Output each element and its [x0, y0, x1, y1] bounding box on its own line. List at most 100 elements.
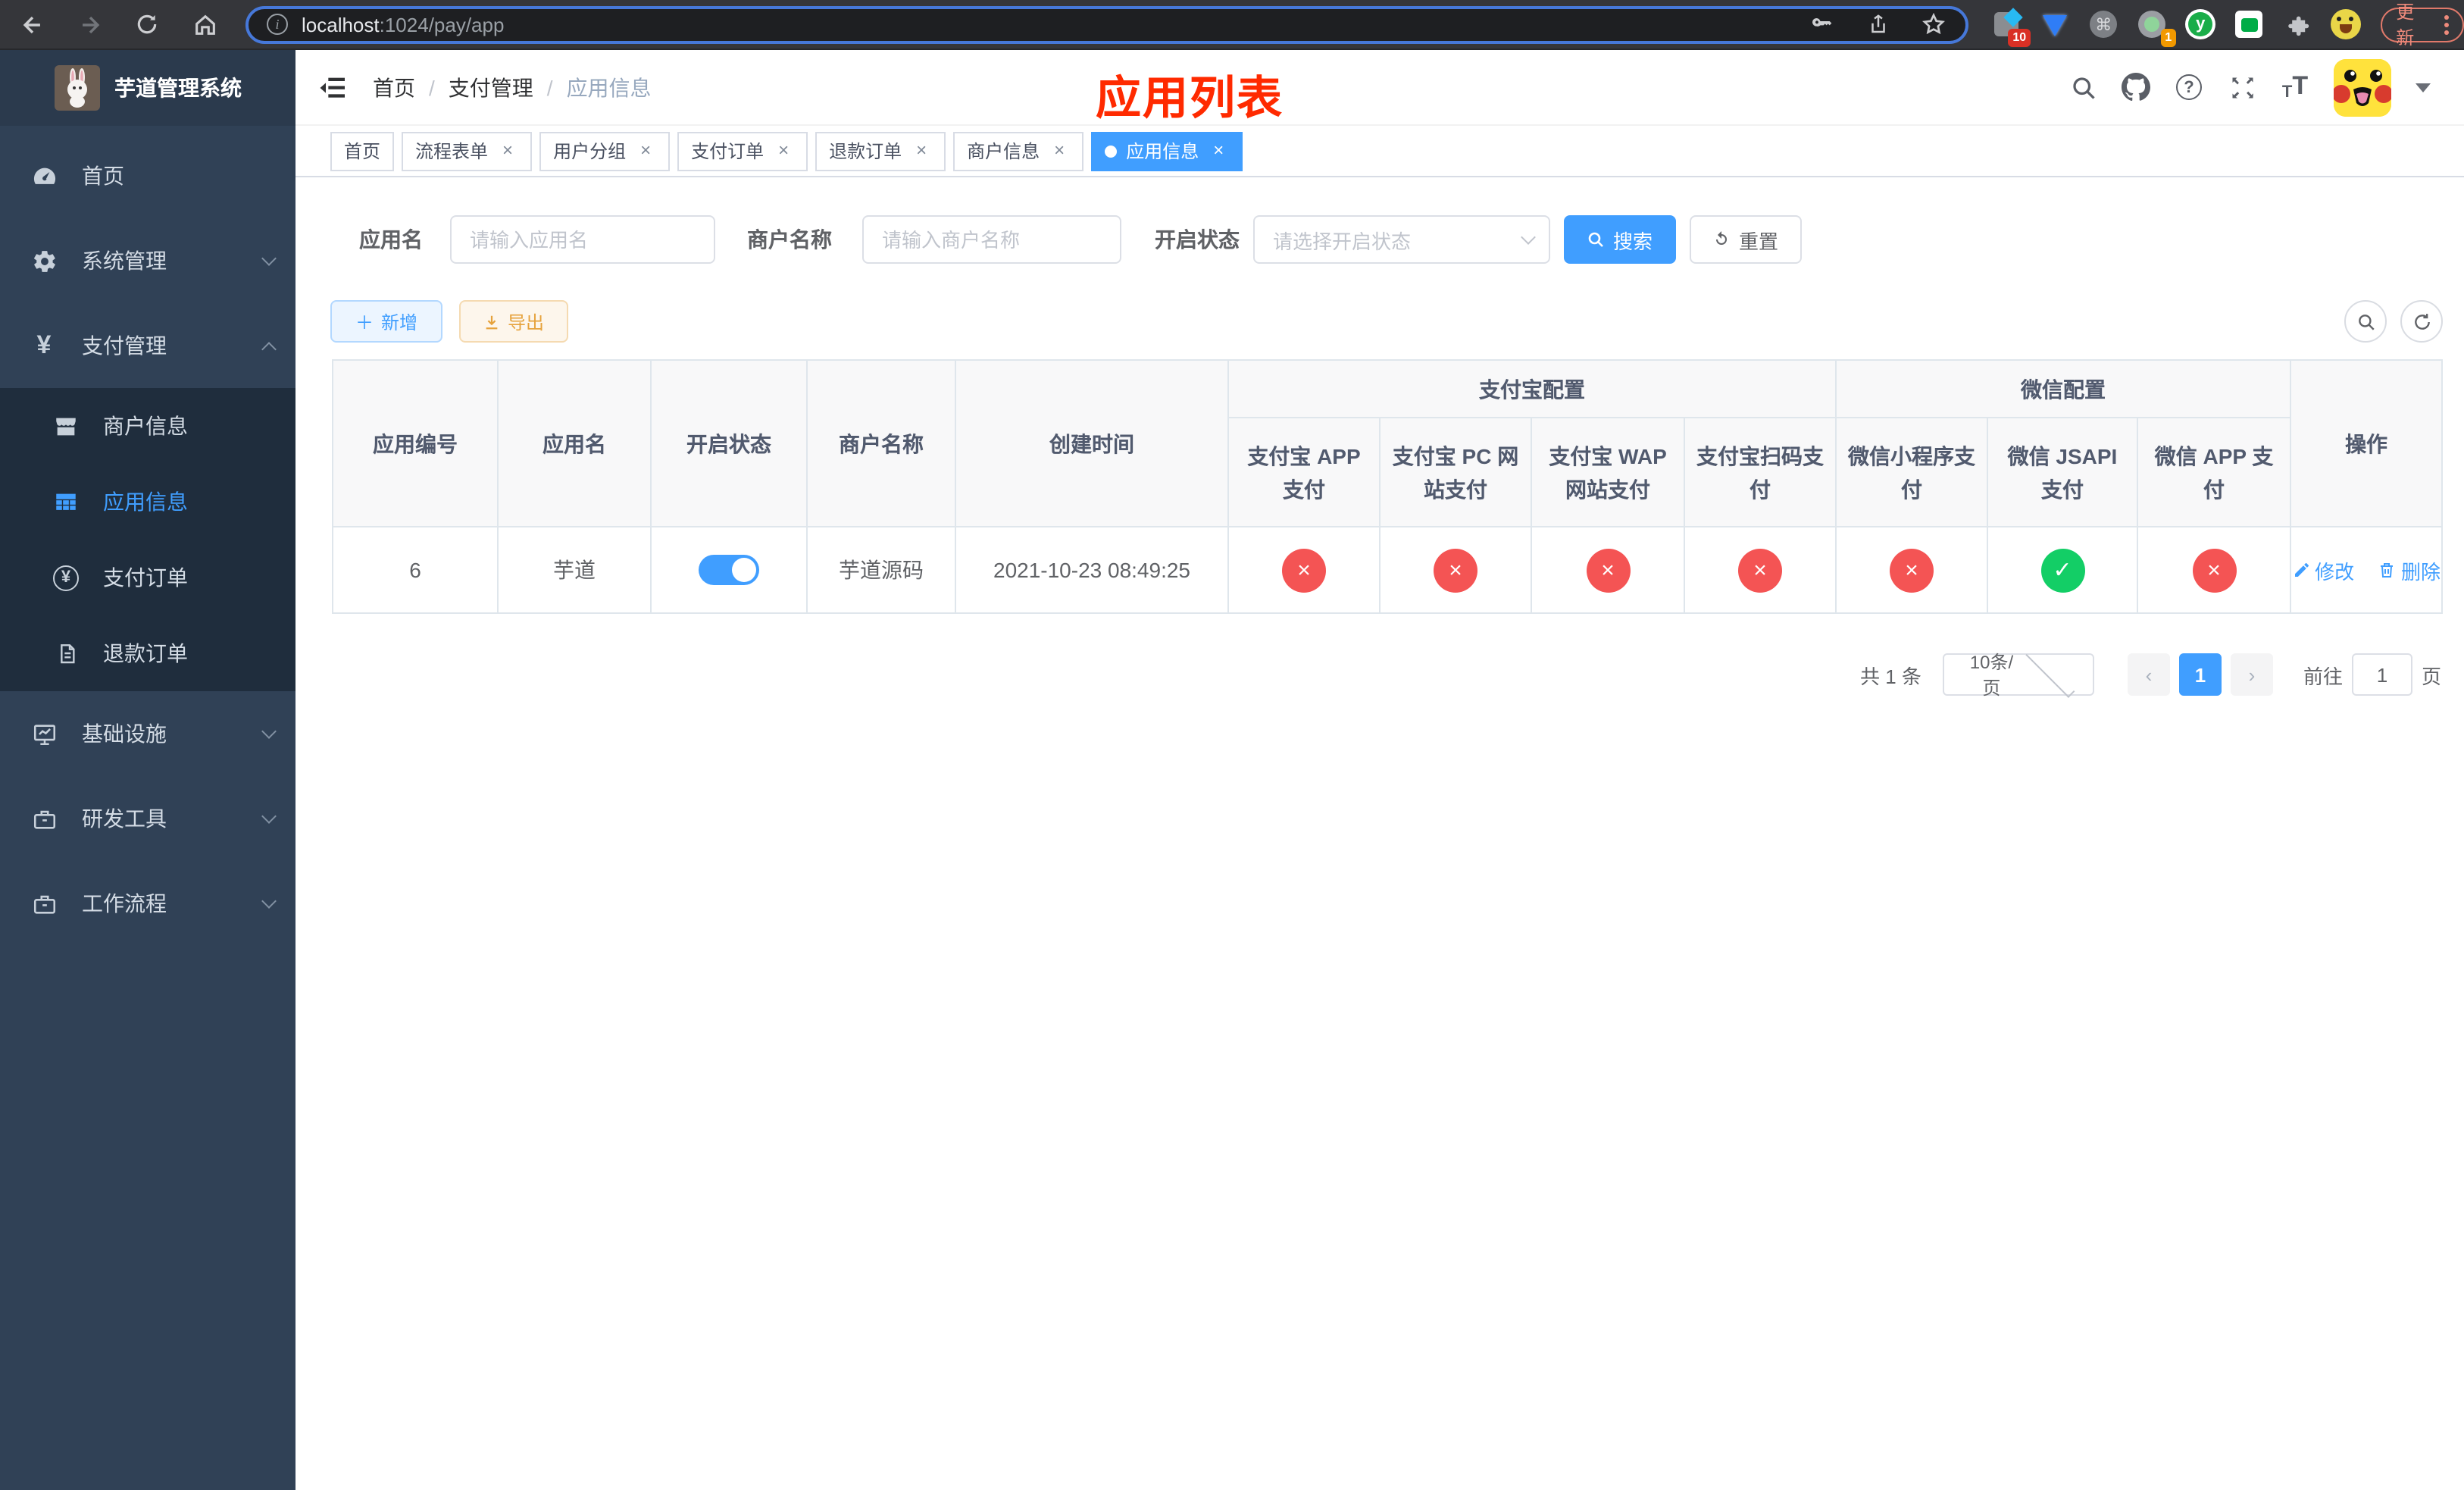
merchant-name-input[interactable]	[862, 215, 1121, 264]
sidebar-item-merchant-info[interactable]: 商户信息	[0, 388, 295, 464]
wx-mini-status-icon: ×	[1890, 548, 1934, 592]
user-avatar[interactable]	[2334, 58, 2391, 116]
browser-home-icon[interactable]	[191, 11, 218, 38]
total-count: 共 1 条	[1860, 665, 1921, 687]
font-size-icon[interactable]: TT	[2281, 71, 2309, 102]
extension-command-icon[interactable]: ⌘	[2087, 8, 2120, 41]
extension-meet-icon[interactable]: 1	[2135, 8, 2177, 47]
table-row: 6 芋道 芋道源码 2021-10-23 08:49:25 × × × × × …	[332, 526, 2444, 614]
search-button[interactable]: 搜索	[1564, 215, 1676, 264]
tag-process-form[interactable]: 流程表单 ×	[402, 131, 533, 171]
chevron-down-icon	[1521, 230, 1536, 245]
sidebar-item-system[interactable]: 系统管理	[0, 218, 295, 303]
sidebar-item-dev-tools[interactable]: 研发工具	[0, 776, 295, 861]
add-button[interactable]: ＋新增	[330, 300, 442, 343]
close-icon[interactable]: ×	[1208, 139, 1229, 161]
prev-page-button[interactable]: ‹	[2127, 653, 2170, 696]
sidebar: 芋道管理系统 首页 系统管理 ¥ 支付管理 商户信息 应用信息 ¥ 支付订单 退…	[0, 50, 295, 1490]
toggle-search-button[interactable]	[2344, 300, 2387, 343]
hamburger-icon[interactable]	[318, 72, 349, 102]
reset-button[interactable]: 重置	[1690, 215, 1802, 264]
cell-create-time: 2021-10-23 08:49:25	[955, 526, 1229, 614]
goto-page-input[interactable]	[2351, 653, 2412, 696]
address-bar[interactable]: i localhost:1024/pay/app	[245, 5, 1969, 43]
col-alipay-app: 支付宝 APP 支付	[1227, 417, 1381, 527]
trash-icon	[2381, 563, 2394, 578]
tag-merchant-info[interactable]: 商户信息 ×	[953, 131, 1084, 171]
chrome-menu-icon[interactable]	[2444, 14, 2449, 34]
close-icon[interactable]: ×	[911, 139, 932, 161]
breadcrumb-payment[interactable]: 支付管理	[449, 72, 533, 102]
browser-forward-icon[interactable]	[76, 11, 103, 38]
extension-y-icon[interactable]: y	[2184, 8, 2217, 41]
screen: i localhost:1024/pay/app 10 ⌘ 1 y 更新 芋道管…	[0, 0, 2464, 1490]
col-app-id: 应用编号	[332, 359, 499, 527]
tag-pay-order[interactable]: 支付订单 ×	[677, 131, 808, 171]
open-status-toggle[interactable]	[699, 555, 759, 585]
fullscreen-icon[interactable]	[2228, 73, 2256, 102]
chrome-update-button[interactable]: 更新	[2381, 2, 2464, 49]
next-page-button[interactable]: ›	[2230, 653, 2273, 696]
bookmark-star-icon[interactable]	[1920, 11, 1947, 38]
edit-link[interactable]: 修改	[2292, 556, 2354, 584]
tag-user-group[interactable]: 用户分组 ×	[539, 131, 671, 171]
sidebar-item-app-info[interactable]: 应用信息	[0, 464, 295, 540]
close-icon[interactable]: ×	[635, 139, 656, 161]
extension-pinned-icon[interactable]: 10	[1990, 8, 2031, 47]
help-icon[interactable]: ?	[2175, 73, 2203, 102]
tag-app-info[interactable]: 应用信息 ×	[1091, 131, 1243, 171]
extension-gem-icon[interactable]	[2038, 8, 2072, 41]
close-icon[interactable]: ×	[773, 139, 794, 161]
app-name-input[interactable]	[450, 215, 715, 264]
sidebar-item-payment[interactable]: ¥ 支付管理	[0, 303, 295, 388]
cell-merchant-name: 芋道源码	[806, 526, 956, 614]
chevron-up-icon	[261, 341, 277, 356]
sidebar-item-pay-order[interactable]: ¥ 支付订单	[0, 540, 295, 615]
col-wx-jsapi: 微信 JSAPI 支付	[1987, 417, 2138, 527]
alipay-wap-status-icon: ×	[1586, 548, 1630, 592]
page-size-select[interactable]: 10条/页	[1942, 648, 2094, 699]
app-table: 应用编号 应用名 开启状态 商户名称 创建时间 支付宝配置 微信配置 操作 支付…	[332, 359, 2444, 614]
page-1-button[interactable]: 1	[2178, 653, 2222, 696]
export-button[interactable]: 导出	[459, 300, 568, 343]
refresh-button[interactable]	[2400, 300, 2443, 343]
delete-link[interactable]: 删除	[2378, 556, 2441, 584]
browser-reload-icon[interactable]	[133, 11, 161, 38]
share-icon[interactable]	[1864, 11, 1891, 38]
sidebar-item-workflow[interactable]: 工作流程	[0, 861, 295, 946]
profile-avatar-icon[interactable]	[2329, 8, 2362, 41]
col-group-wechat: 微信配置	[1834, 359, 2292, 418]
search-icon[interactable]	[2068, 73, 2097, 102]
plus-icon: ＋	[355, 311, 374, 333]
browser-back-icon[interactable]	[18, 11, 45, 38]
logo-rabbit-icon	[54, 65, 99, 111]
sidebar-item-infrastructure[interactable]: 基础设施	[0, 691, 295, 776]
avatar-caret-icon[interactable]	[2416, 83, 2431, 92]
store-icon	[53, 413, 79, 439]
password-key-icon[interactable]	[1808, 11, 1835, 38]
cell-app-name: 芋道	[497, 526, 652, 614]
site-info-icon[interactable]: i	[267, 14, 288, 35]
active-dot	[1105, 145, 1118, 157]
extensions-row: 10 ⌘ 1 y	[1990, 8, 2362, 47]
alipay-qr-status-icon: ×	[1738, 548, 1782, 592]
open-status-select[interactable]: 请选择开启状态	[1253, 215, 1550, 264]
breadcrumb-home[interactable]: 首页	[373, 72, 415, 102]
github-icon[interactable]	[2122, 73, 2150, 102]
sidebar-item-refund-order[interactable]: 退款订单	[0, 615, 295, 691]
extensions-puzzle-icon[interactable]	[2281, 8, 2314, 41]
yen-icon: ¥	[36, 330, 52, 359]
tag-home[interactable]: 首页	[330, 131, 395, 171]
url-text: localhost:1024/pay/app	[302, 13, 505, 36]
tag-refund-order[interactable]: 退款订单 ×	[815, 131, 946, 171]
close-icon[interactable]: ×	[497, 139, 518, 161]
gear-icon	[30, 247, 58, 274]
extension-chat-icon[interactable]	[2232, 8, 2265, 41]
close-icon[interactable]: ×	[1049, 139, 1070, 161]
chevron-down-icon	[2026, 648, 2075, 698]
pencil-icon	[2294, 563, 2309, 577]
pagination: 共 1 条 10条/页 ‹ 1 › 前往 页	[1860, 648, 2441, 699]
sidebar-logo[interactable]: 芋道管理系统	[0, 50, 295, 126]
alipay-pc-status-icon: ×	[1434, 548, 1477, 592]
sidebar-item-home[interactable]: 首页	[0, 133, 295, 218]
